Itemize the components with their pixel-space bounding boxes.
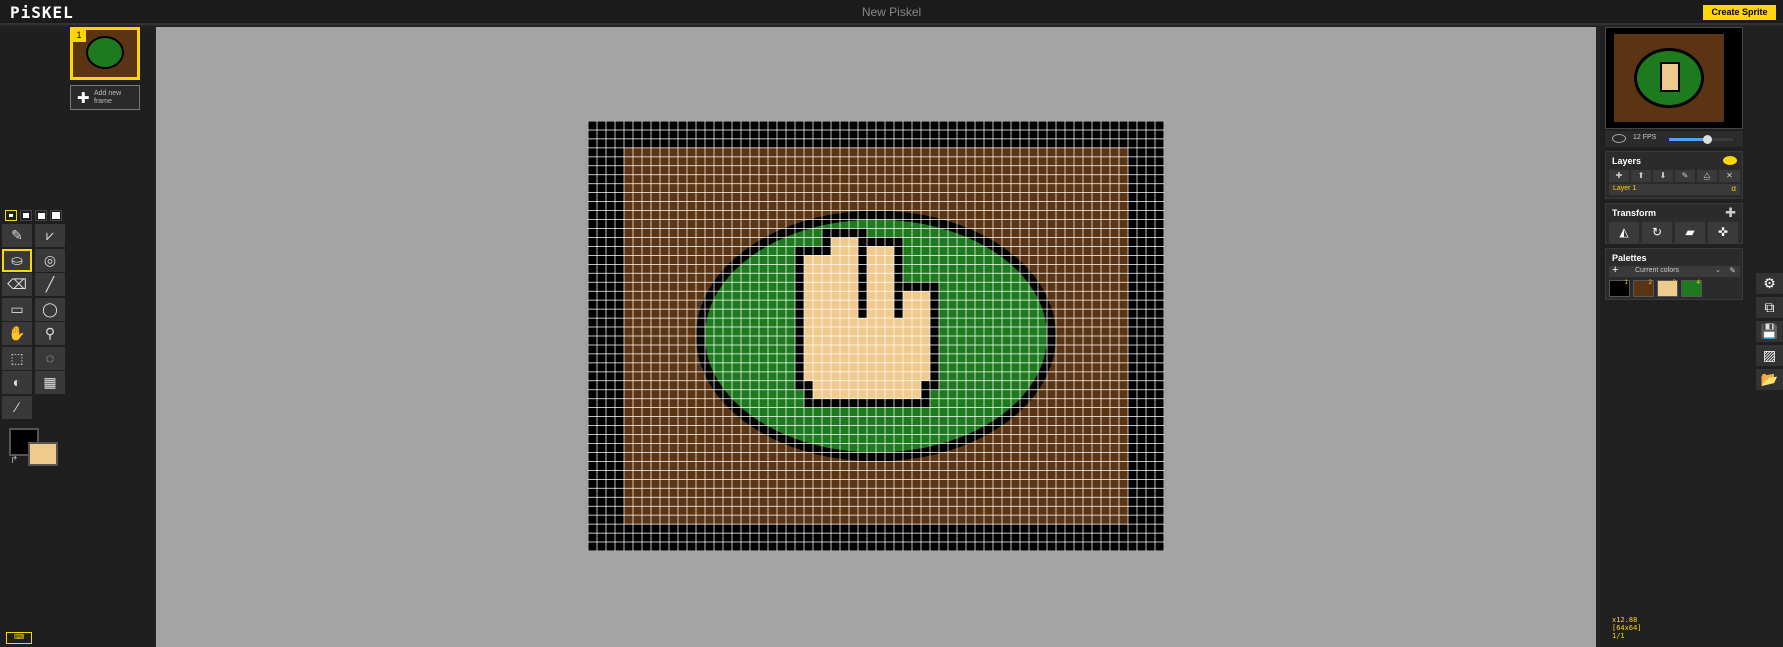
palette-color-number: 4 — [1696, 280, 1700, 286]
edit-layer-button[interactable]: ✎ — [1675, 170, 1695, 182]
frame-preview-image — [86, 36, 124, 69]
lighten-tool-icon[interactable]: ◐ — [2, 371, 32, 394]
onion-skin-icon[interactable] — [1612, 134, 1626, 143]
add-layer-button[interactable]: ✚ — [1609, 170, 1629, 182]
palettes-title: Palettes — [1612, 253, 1647, 263]
rectangle-selection-tool-icon[interactable]: ⬚ — [2, 346, 32, 370]
plus-icon: ✚ — [77, 90, 90, 107]
resize-icon[interactable]: ⧉ — [1756, 297, 1783, 318]
zoom-level: x12.88 — [1612, 616, 1638, 624]
fps-control: 12 FPS — [1605, 131, 1743, 147]
color-picker-tool-icon[interactable]: ⁄ — [2, 395, 32, 419]
edit-palette-icon[interactable]: ✎ — [1729, 266, 1736, 275]
pen-size-3[interactable] — [35, 210, 47, 221]
circle-tool-icon[interactable]: ◯ — [35, 297, 65, 321]
secondary-color-swatch[interactable] — [28, 442, 58, 466]
clone-icon[interactable]: ▰ — [1675, 222, 1705, 243]
merge-layer-button[interactable]: ⧋ — [1697, 170, 1717, 182]
document-title[interactable]: New Piskel — [0, 5, 1783, 19]
fps-slider-fill — [1669, 138, 1708, 141]
stroke-tool-icon[interactable]: ╱ — [35, 273, 65, 296]
flip-icon[interactable]: ◭ — [1609, 222, 1639, 243]
save-icon[interactable]: 💾 — [1756, 321, 1783, 342]
dithering-tool-icon[interactable]: ▦ — [35, 371, 65, 394]
add-frame-button[interactable]: ✚ Add new frame — [70, 85, 140, 110]
fps-slider-handle[interactable] — [1703, 135, 1713, 144]
preview-hand-icon — [1660, 62, 1680, 92]
fps-label: 12 FPS — [1633, 134, 1657, 141]
swap-colors-icon[interactable]: ↱ — [10, 455, 18, 466]
move-layer-up-button[interactable]: ⬆ — [1631, 170, 1651, 182]
transform-title: Transform — [1612, 208, 1657, 218]
layer-toolbar: ✚ ⬆ ⬇ ✎ ⧋ ✕ — [1609, 170, 1740, 182]
shape-selection-tool-icon[interactable]: ⚲ — [35, 322, 65, 345]
palette-color-number: 1 — [1624, 280, 1628, 286]
pixel-canvas[interactable] — [588, 121, 1164, 551]
align-center-icon[interactable]: ✜ — [1708, 222, 1738, 243]
paint-all-same-color-tool-icon[interactable]: ◎ — [35, 248, 65, 272]
add-frame-label: Add new frame — [94, 90, 122, 105]
palettes-panel: Palettes + Current colors ⌄ ✎ 1 2 3 4 — [1605, 248, 1743, 300]
create-sprite-button[interactable]: Create Sprite — [1703, 5, 1776, 20]
vertical-mirror-pen-tool-icon[interactable]: ⩗ — [35, 224, 65, 247]
top-bar: PiSKEL New Piskel Create Sprite — [0, 0, 1783, 25]
palette-selector[interactable]: + Current colors ⌄ ✎ — [1609, 264, 1740, 277]
lasso-selection-tool-icon[interactable]: ◌ — [35, 346, 65, 370]
layers-panel: Layers ✚ ⬆ ⬇ ✎ ⧋ ✕ Layer 1 α — [1605, 151, 1743, 199]
fps-slider[interactable] — [1669, 135, 1733, 144]
right-panel: 12 FPS Layers ✚ ⬆ ⬇ ✎ ⧋ ✕ Layer 1 α Tran… — [1600, 27, 1783, 647]
layer-name: Layer 1 — [1613, 185, 1637, 192]
animation-preview — [1605, 27, 1743, 129]
keyboard-shortcuts-icon[interactable]: ⌨ — [6, 632, 32, 644]
paint-bucket-tool-icon[interactable]: ⛀ — [2, 248, 32, 272]
frame-number: 1 — [72, 29, 86, 42]
canvas-size: [64x64] — [1612, 624, 1642, 632]
palette-color-number: 3 — [1672, 280, 1676, 286]
export-image-icon[interactable]: ▨ — [1756, 345, 1783, 366]
transform-expand-icon[interactable]: ✚ — [1725, 205, 1736, 221]
settings-gear-icon[interactable]: ⚙ — [1756, 273, 1783, 294]
import-folder-icon[interactable]: 📂 — [1756, 369, 1783, 390]
palette-color-4[interactable]: 4 — [1681, 280, 1702, 297]
preview-image — [1614, 34, 1724, 122]
piskel-app: PiSKEL New Piskel Create Sprite 1 ✚ Add … — [0, 0, 1783, 647]
drawing-canvas-area[interactable] — [156, 27, 1596, 647]
canvas-status: x12.88 [64x64] 1/1 — [1612, 616, 1642, 640]
move-layer-down-button[interactable]: ⬇ — [1653, 170, 1673, 182]
pen-tool-icon[interactable]: ✎ — [2, 224, 32, 247]
rectangle-tool-icon[interactable]: ▭ — [2, 297, 32, 321]
layer-visibility-eye-icon[interactable] — [1723, 156, 1737, 165]
palette-color-number: 2 — [1648, 280, 1652, 286]
layer-opacity-icon[interactable]: α — [1731, 184, 1736, 193]
chevron-down-icon[interactable]: ⌄ — [1715, 266, 1721, 274]
transform-panel: Transform ✚ ◭ ↻ ▰ ✜ — [1605, 203, 1743, 244]
palette-name: Current colors — [1635, 267, 1679, 274]
rotate-icon[interactable]: ↻ — [1642, 222, 1672, 243]
frame-counter: 1/1 — [1612, 632, 1625, 640]
pen-size-2[interactable] — [20, 210, 32, 221]
layer-item[interactable]: Layer 1 α — [1609, 184, 1740, 195]
eraser-tool-icon[interactable]: ⌫ — [2, 273, 32, 296]
pen-size-1[interactable] — [5, 210, 17, 221]
add-palette-icon[interactable]: + — [1612, 264, 1618, 276]
move-tool-icon[interactable]: ✋ — [2, 322, 32, 345]
palette-color-1[interactable]: 1 — [1609, 280, 1630, 297]
palette-color-3[interactable]: 3 — [1657, 280, 1678, 297]
frame-thumbnail[interactable]: 1 — [70, 27, 140, 80]
layers-title: Layers — [1612, 156, 1642, 166]
delete-layer-button[interactable]: ✕ — [1719, 170, 1740, 182]
pen-size-4[interactable] — [50, 210, 62, 221]
palette-color-2[interactable]: 2 — [1633, 280, 1654, 297]
